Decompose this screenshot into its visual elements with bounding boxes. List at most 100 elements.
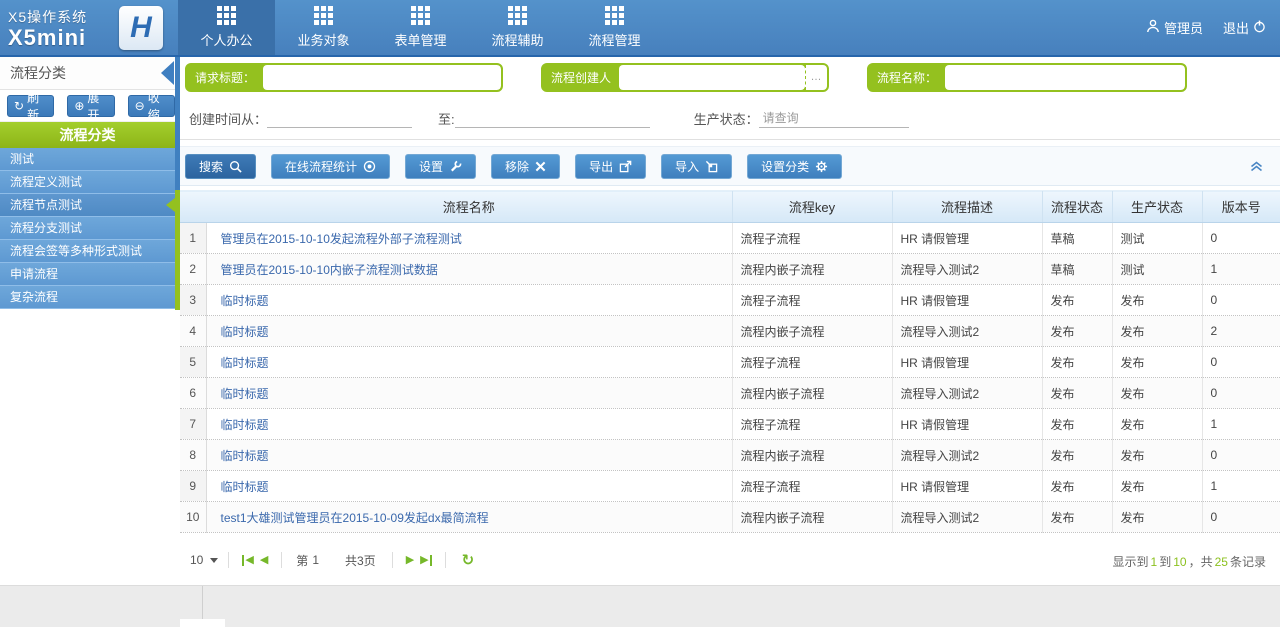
process-name-link[interactable]: 临时标题 bbox=[221, 325, 269, 339]
sidebar-collapse-button[interactable]: ⊖收缩 bbox=[128, 95, 175, 117]
splitter-handle[interactable] bbox=[180, 619, 225, 627]
process-name-link[interactable]: 管理员在2015-10-10发起流程外部子流程测试 bbox=[221, 232, 462, 246]
first-page-button[interactable]: ◀ bbox=[242, 555, 253, 566]
sidebar-item-2[interactable]: 流程定义测试 bbox=[0, 171, 175, 194]
nav-tab-2[interactable]: 业务对象 bbox=[275, 0, 372, 55]
to-label: 至: bbox=[438, 109, 455, 128]
prev-page-button[interactable]: ◀ bbox=[260, 555, 268, 566]
process-name-link[interactable]: 临时标题 bbox=[221, 418, 269, 432]
module-grid-icon bbox=[217, 6, 236, 25]
nav-tab-label: 个人办公 bbox=[200, 30, 252, 49]
table-row-3: 3临时标题流程子流程HR 请假管理发布发布0 bbox=[180, 285, 1280, 316]
prod-status-input[interactable] bbox=[759, 108, 909, 128]
row-number: 7 bbox=[180, 409, 206, 440]
row-number: 8 bbox=[180, 440, 206, 471]
table-row-7: 7临时标题流程子流程HR 请假管理发布发布1 bbox=[180, 409, 1280, 440]
user-icon bbox=[1146, 19, 1160, 36]
col-header-6[interactable]: 版本号 bbox=[1202, 191, 1280, 223]
search-row-dates: 创建时间从： 至: 生产状态： bbox=[180, 97, 1280, 140]
logout-button[interactable]: 退出 bbox=[1223, 18, 1266, 37]
process-desc-cell: 流程导入测试2 bbox=[892, 440, 1042, 471]
col-header-5[interactable]: 生产状态 bbox=[1112, 191, 1202, 223]
sidebar-item-3[interactable]: 流程节点测试 bbox=[0, 194, 175, 217]
search-pill-input-1[interactable] bbox=[263, 65, 501, 90]
collapse-panel-chevron-icon[interactable] bbox=[1249, 160, 1264, 173]
table-row-8: 8临时标题流程内嵌子流程流程导入测试2发布发布0 bbox=[180, 440, 1280, 471]
sidebar-expand-button[interactable]: ⊕展开 bbox=[67, 95, 114, 117]
process-status-cell: 发布 bbox=[1042, 409, 1112, 440]
next-page-button[interactable]: ▶ bbox=[406, 555, 414, 566]
export-button[interactable]: 导出 bbox=[575, 154, 646, 179]
import-button[interactable]: 导入 bbox=[661, 154, 732, 179]
summary-from: 1 bbox=[1149, 555, 1160, 569]
nav-tab-5[interactable]: 流程管理 bbox=[566, 0, 663, 55]
wrench-icon bbox=[449, 160, 462, 173]
process-name-link[interactable]: 管理员在2015-10-10内嵌子流程测试数据 bbox=[221, 263, 438, 277]
process-desc-cell: 流程导入测试2 bbox=[892, 502, 1042, 533]
stats-icon bbox=[363, 160, 376, 173]
version-cell: 1 bbox=[1202, 254, 1280, 285]
sidebar-item-6[interactable]: 申请流程 bbox=[0, 263, 175, 286]
remove-button[interactable]: 移除 bbox=[491, 154, 560, 179]
row-number: 9 bbox=[180, 471, 206, 502]
person-picker-button[interactable]: … bbox=[805, 65, 827, 90]
last-page-button[interactable]: ▶ bbox=[420, 555, 431, 566]
prod-status-cell: 发布 bbox=[1112, 471, 1202, 502]
module-grid-icon bbox=[411, 6, 430, 25]
sidebar-item-5[interactable]: 流程会签等多种形式测试 bbox=[0, 240, 175, 263]
page-number-input[interactable]: 1 bbox=[312, 553, 319, 567]
sidebar-refresh-button[interactable]: ↻刷新 bbox=[7, 95, 54, 117]
process-name-link[interactable]: 临时标题 bbox=[221, 480, 269, 494]
created-from-label: 创建时间从： bbox=[189, 109, 267, 128]
process-desc-cell: HR 请假管理 bbox=[892, 409, 1042, 440]
bottom-status-strip bbox=[0, 585, 1280, 627]
records-summary: 显示到1到10，共25条记录 bbox=[1113, 553, 1266, 570]
process-name-link[interactable]: 临时标题 bbox=[221, 356, 269, 370]
nav-tab-1[interactable]: 个人办公 bbox=[178, 0, 275, 55]
sidebar-item-7[interactable]: 复杂流程 bbox=[0, 286, 175, 309]
category-gear-button[interactable]: 设置分类 bbox=[747, 154, 842, 179]
col-header-3[interactable]: 流程描述 bbox=[892, 191, 1042, 223]
tree-title: 流程分类 bbox=[60, 125, 116, 145]
search-button[interactable]: 搜索 bbox=[185, 154, 256, 179]
sidebar-item-1[interactable]: 测试 bbox=[0, 148, 175, 171]
wrench-button[interactable]: 设置 bbox=[405, 154, 476, 179]
col-header-2[interactable]: 流程key bbox=[732, 191, 892, 223]
process-desc-cell: HR 请假管理 bbox=[892, 285, 1042, 316]
page-size-select[interactable]: 10 bbox=[190, 553, 218, 567]
reload-grid-icon[interactable]: ↻ bbox=[462, 553, 475, 568]
refresh-icon: ↻ bbox=[14, 100, 24, 112]
process-name-link[interactable]: test1大雄测试管理员在2015-10-09发起dx最简流程 bbox=[221, 511, 489, 525]
nav-tab-4[interactable]: 流程辅助 bbox=[469, 0, 566, 55]
process-status-cell: 草稿 bbox=[1042, 254, 1112, 285]
search-pill-input-2[interactable] bbox=[619, 65, 805, 90]
panel-collapse-arrow-icon[interactable] bbox=[161, 61, 174, 85]
stats-button[interactable]: 在线流程统计 bbox=[271, 154, 390, 179]
selected-item-arrow-icon bbox=[166, 198, 175, 212]
logo-h-icon: H bbox=[119, 6, 163, 50]
table-row-1: 1管理员在2015-10-10发起流程外部子流程测试流程子流程HR 请假管理草稿… bbox=[180, 223, 1280, 254]
process-name-link[interactable]: 临时标题 bbox=[221, 449, 269, 463]
nav-tab-3[interactable]: 表单管理 bbox=[372, 0, 469, 55]
row-number: 10 bbox=[180, 502, 206, 533]
prod-status-cell: 发布 bbox=[1112, 502, 1202, 533]
process-name-link[interactable]: 临时标题 bbox=[221, 294, 269, 308]
process-name-link[interactable]: 临时标题 bbox=[221, 387, 269, 401]
search-pill-input-3[interactable] bbox=[945, 65, 1185, 90]
created-to-input[interactable] bbox=[455, 108, 650, 128]
sidebar-item-4[interactable]: 流程分支测试 bbox=[0, 217, 175, 240]
created-from-input[interactable] bbox=[267, 108, 412, 128]
process-status-cell: 发布 bbox=[1042, 471, 1112, 502]
current-user[interactable]: 管理员 bbox=[1146, 18, 1203, 37]
app-logo: X5操作系统 X5mini H bbox=[0, 0, 175, 55]
col-header-4[interactable]: 流程状态 bbox=[1042, 191, 1112, 223]
pagination-bar: 10 ◀ ◀ 第 1 共3页 ▶ ▶ ↻ 显示到1到10，共25条记录 bbox=[180, 545, 1280, 575]
nav-tab-label: 业务对象 bbox=[297, 30, 349, 49]
collapse-icon: ⊖ bbox=[135, 100, 145, 112]
import-icon bbox=[705, 160, 718, 173]
logo-title: X5操作系统 bbox=[8, 7, 87, 27]
col-header-1[interactable]: 流程名称 bbox=[206, 191, 732, 223]
page-size-value: 10 bbox=[190, 553, 203, 567]
process-key-cell: 流程内嵌子流程 bbox=[732, 316, 892, 347]
process-key-cell: 流程内嵌子流程 bbox=[732, 440, 892, 471]
